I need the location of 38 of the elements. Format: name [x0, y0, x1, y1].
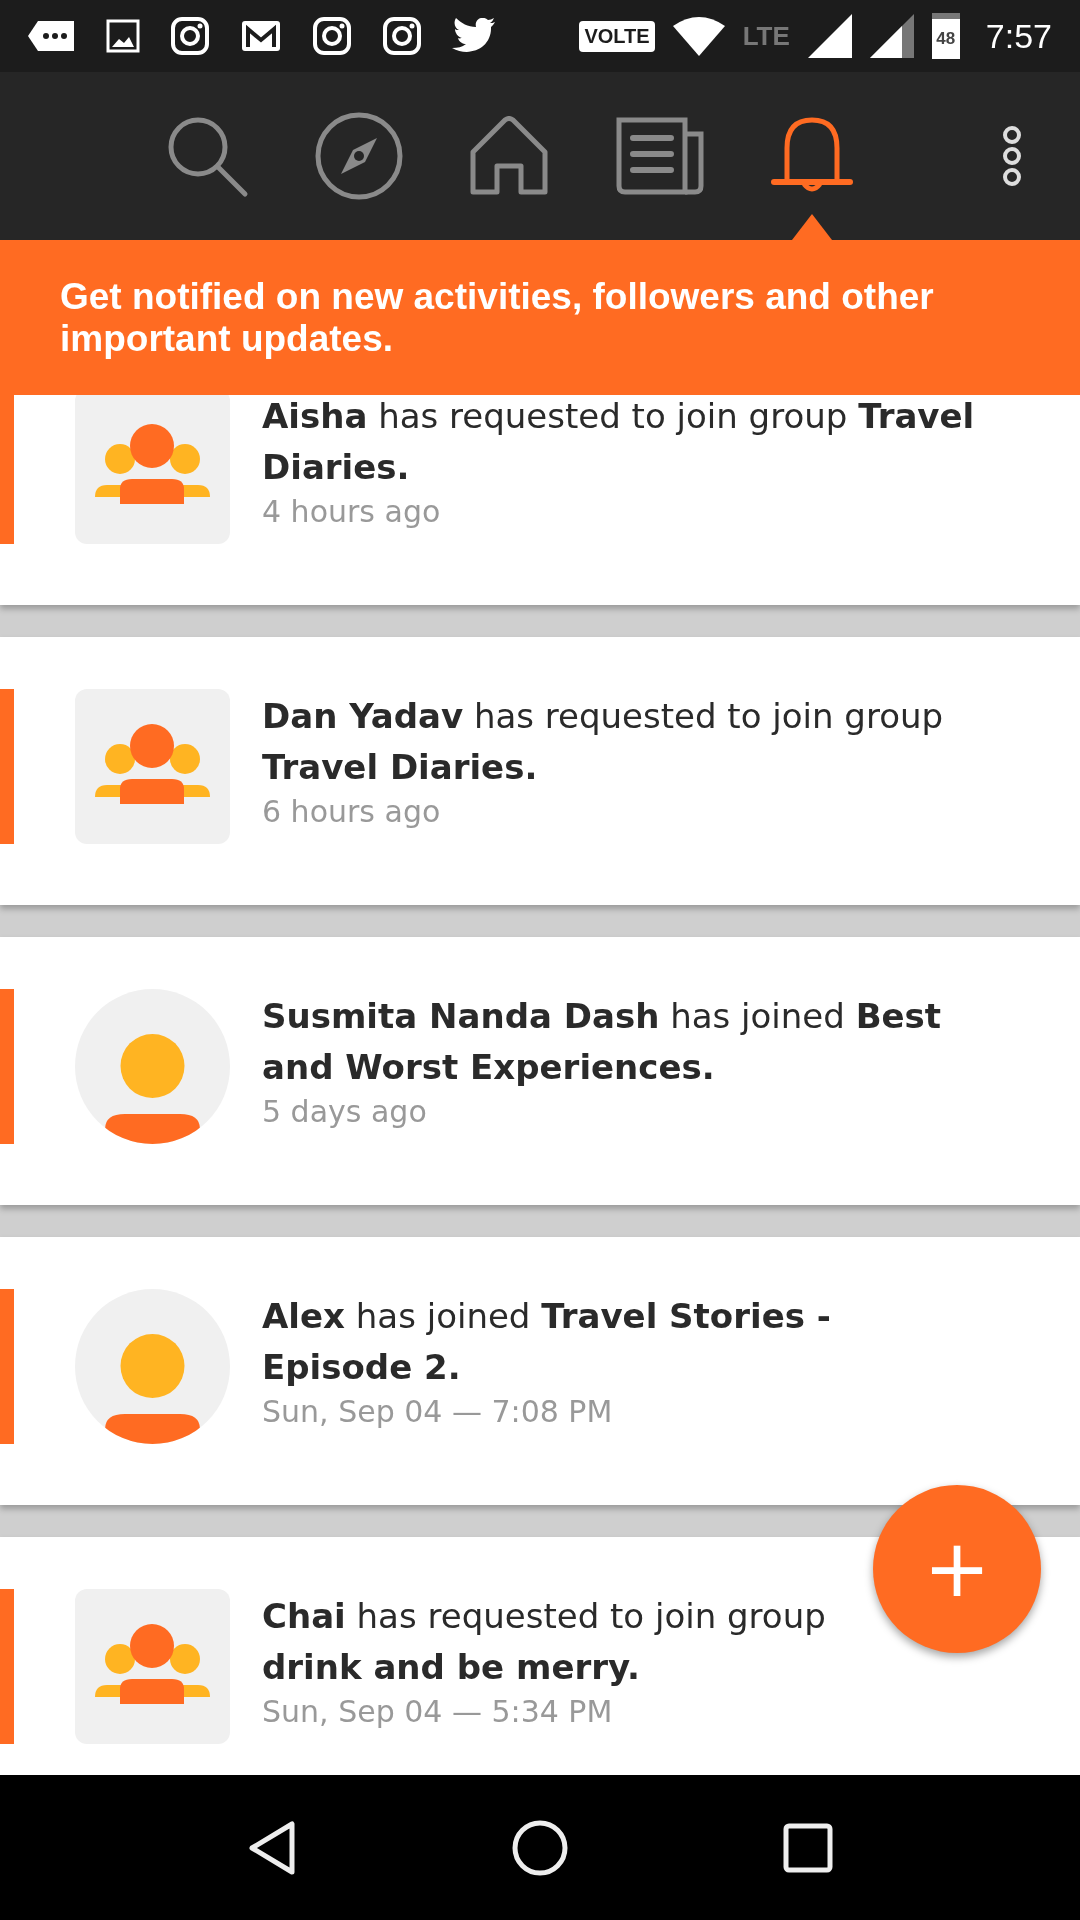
bird-icon: [452, 18, 496, 54]
notification-text: Alex has joined Travel Stories - Episode 2.: [262, 1295, 832, 1389]
camera-icon: [170, 16, 210, 56]
notification-card[interactable]: Susmita Nanda Dash has joined Best and Worst Experiences. 5 days ago: [0, 937, 1080, 1205]
home-button-icon[interactable]: [512, 1819, 568, 1876]
home-icon[interactable]: [469, 116, 549, 196]
camera-icon: [382, 16, 422, 56]
compass-icon[interactable]: [315, 112, 403, 200]
camera-icon: [312, 16, 352, 56]
back-icon[interactable]: [247, 1819, 298, 1876]
newspaper-icon[interactable]: [615, 116, 705, 196]
notification-time: 5 days ago: [262, 1093, 428, 1131]
mail-icon: [240, 19, 282, 53]
network-type: LTE: [742, 21, 790, 52]
group-avatar-icon: [75, 689, 230, 844]
clock: 7:57: [985, 16, 1052, 56]
person-avatar-icon: [75, 989, 230, 1144]
wifi-icon: [672, 16, 725, 56]
notification-text: Dan Yadav has requested to join group Travel Diaries.: [262, 695, 945, 789]
battery-level: 48: [936, 29, 956, 49]
more-notifications-icon: [28, 19, 76, 53]
notification-text: Aisha has requested to join group Travel Diaries.: [262, 395, 976, 489]
notification-time: Sun, Sep 04 — 5:34 PM: [262, 1693, 614, 1731]
notification-time: Sun, Sep 04 — 7:08 PM: [262, 1393, 614, 1431]
notification-card[interactable]: Alex has joined Travel Stories - Episode 2. Sun, Sep 04 — 7:08 PM: [0, 1237, 1080, 1505]
more-options-icon[interactable]: [1002, 125, 1022, 187]
image-icon: [106, 19, 140, 53]
volte-badge: VOLTE: [579, 20, 655, 52]
notification-text: Susmita Nanda Dash has joined Best and Worst Experiences.: [262, 995, 943, 1089]
notification-time: 6 hours ago: [262, 793, 442, 831]
signal-icon: [869, 14, 914, 58]
recents-icon[interactable]: [782, 1822, 833, 1873]
signal-icon: [807, 14, 852, 58]
group-avatar-icon: [75, 1589, 230, 1744]
notification-card[interactable]: Dan Yadav has requested to join group Travel Diaries. 6 hours ago: [0, 637, 1080, 905]
notification-text: Chai has requested to join group drink and be merry.: [262, 1595, 827, 1689]
notification-time: 4 hours ago: [262, 493, 442, 531]
person-avatar-icon: [75, 1289, 230, 1444]
